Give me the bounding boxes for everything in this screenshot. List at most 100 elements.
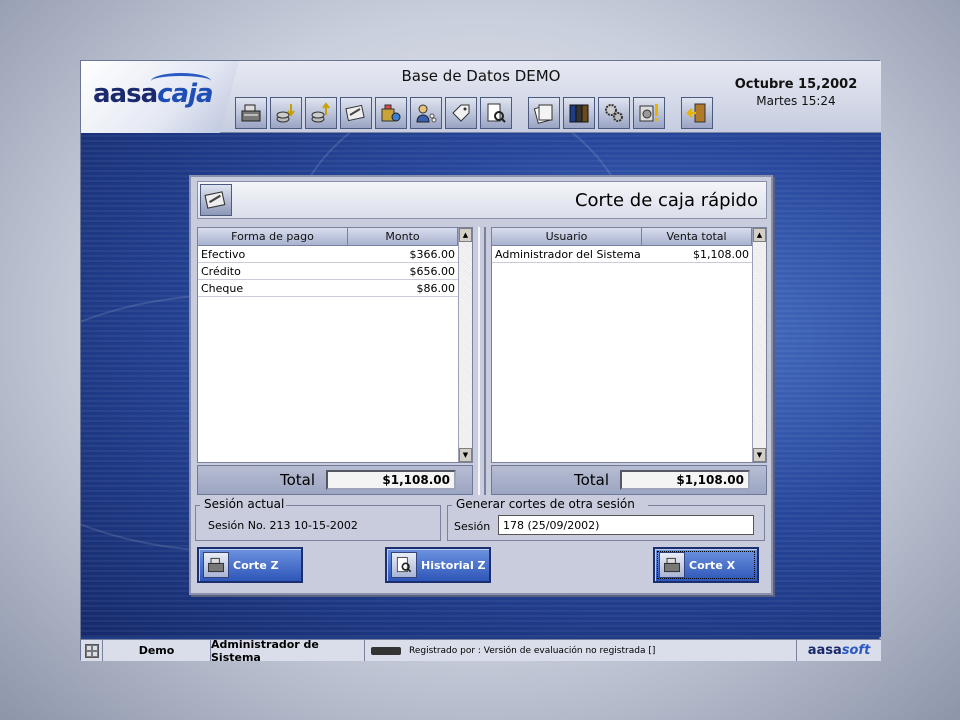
toolbar-products-button[interactable]	[375, 97, 407, 129]
database-title: Base de Datos DEMO	[401, 67, 561, 85]
vertical-scrollbar[interactable]: ▲ ▼	[752, 228, 766, 462]
panel-splitter[interactable]	[478, 227, 486, 495]
status-grid-icon[interactable]	[81, 640, 103, 661]
documents-icon	[533, 104, 553, 124]
cash-register-icon	[208, 557, 224, 573]
table-row[interactable]: Efectivo $366.00	[198, 246, 472, 263]
historial-z-label: Historial Z	[421, 558, 486, 572]
payment-method-cell: Cheque	[201, 282, 244, 295]
column-header-total-sales[interactable]: Venta total	[642, 228, 752, 245]
app-window: aasacaja Base de Datos DEMO Octubre 15,2…	[80, 60, 881, 664]
toolbar-customers-button[interactable]	[410, 97, 442, 129]
grid-header: Forma de pago Monto	[198, 228, 472, 246]
brand-logo: aasa soft	[797, 640, 881, 661]
other-session-legend: Generar cortes de otra sesión	[454, 497, 637, 511]
toolbar-books-button[interactable]	[563, 97, 595, 129]
current-session-group: Sesión actual Sesión No. 213 10-15-2002	[195, 497, 441, 541]
column-header-user[interactable]: Usuario	[492, 228, 642, 245]
total-sales-cell: $1,108.00	[693, 248, 749, 261]
other-session-group: Generar cortes de otra sesión Sesión	[447, 497, 765, 541]
search-document-icon	[396, 557, 412, 573]
user-total-value: $1,108.00	[620, 470, 750, 490]
payment-methods-grid[interactable]: Forma de pago Monto Efectivo $366.00 Cré…	[197, 227, 473, 463]
amount-cell: $86.00	[416, 282, 456, 295]
scroll-up-icon[interactable]: ▲	[753, 228, 766, 242]
cash-cut-icon	[345, 104, 365, 122]
logo-area: aasacaja	[81, 61, 239, 133]
amount-cell: $366.00	[409, 248, 456, 261]
table-row[interactable]: Cheque $86.00	[198, 280, 472, 297]
toolbar-cash-register-button[interactable]	[235, 97, 267, 129]
toolbar-documents-button[interactable]	[528, 97, 560, 129]
logo-main: aasa	[93, 79, 158, 109]
status-bar: Demo Administrador de Sistema Registrado…	[81, 638, 881, 664]
corte-x-button[interactable]: Corte X	[653, 547, 759, 583]
coins-in-icon	[276, 104, 295, 123]
cash-register-icon	[664, 557, 680, 573]
vertical-scrollbar[interactable]: ▲ ▼	[458, 228, 472, 462]
customers-icon	[416, 104, 437, 123]
total-label: Total	[574, 471, 610, 489]
table-row[interactable]: Administrador del Sistema $1,108.00	[492, 246, 766, 263]
corte-z-label: Corte Z	[233, 558, 279, 572]
scroll-up-icon[interactable]: ▲	[459, 228, 472, 242]
main-toolbar	[235, 97, 713, 131]
user-sales-grid[interactable]: Usuario Venta total Administrador del Si…	[491, 227, 767, 463]
gears-icon	[605, 104, 623, 122]
cash-cut-icon	[204, 191, 226, 209]
tags-icon	[452, 104, 470, 122]
current-time: Martes 15:24	[756, 94, 836, 108]
logo-accent: caja	[157, 79, 213, 109]
toolbar-coins-out-button[interactable]	[305, 97, 337, 129]
brand-main: aasa	[807, 643, 842, 658]
toolbar-gears-button[interactable]	[598, 97, 630, 129]
corte-caja-dialog: Corte de caja rápido Forma de pago Monto…	[189, 175, 773, 595]
status-user: Administrador de Sistema	[211, 638, 365, 664]
payment-method-cell: Efectivo	[201, 248, 246, 261]
exit-door-icon	[686, 103, 706, 123]
user-total-bar: Total $1,108.00	[491, 465, 767, 495]
corte-z-button[interactable]: Corte Z	[197, 547, 303, 583]
scroll-down-icon[interactable]: ▼	[459, 448, 472, 462]
search-document-icon	[487, 103, 506, 123]
column-header-amount[interactable]: Monto	[348, 228, 458, 245]
session-label: Sesión	[454, 520, 491, 533]
books-icon	[569, 104, 589, 123]
key-icon	[371, 646, 401, 655]
user-cell: Administrador del Sistema	[495, 248, 641, 261]
scroll-down-icon[interactable]: ▼	[753, 448, 766, 462]
grid-header: Usuario Venta total	[492, 228, 766, 246]
payment-total-bar: Total $1,108.00	[197, 465, 473, 495]
column-header-payment-method[interactable]: Forma de pago	[198, 228, 348, 245]
current-session-info: Sesión No. 213 10-15-2002	[208, 519, 358, 532]
historial-z-button[interactable]: Historial Z	[385, 547, 491, 583]
registration-text: Registrado por : Versión de evaluación n…	[409, 645, 656, 656]
toolbar-exit-button[interactable]	[681, 97, 713, 129]
table-row[interactable]: Crédito $656.00	[198, 263, 472, 280]
dialog-title-bar: Corte de caja rápido	[197, 181, 767, 219]
dialog-title: Corte de caja rápido	[574, 190, 758, 211]
workspace: Corte de caja rápido Forma de pago Monto…	[81, 133, 881, 637]
total-label: Total	[280, 471, 316, 489]
toolbar-coins-in-button[interactable]	[270, 97, 302, 129]
toolbar-search-document-button[interactable]	[480, 97, 512, 129]
toolbar-config-alert-button[interactable]	[633, 97, 665, 129]
toolbar-tags-button[interactable]	[445, 97, 477, 129]
app-logo: aasacaja	[93, 79, 214, 109]
current-date: Octubre 15,2002	[734, 77, 858, 92]
products-icon	[381, 104, 401, 122]
date-display: Octubre 15,2002 Martes 15:24	[721, 77, 871, 108]
config-alert-icon	[639, 104, 658, 122]
current-session-legend: Sesión actual	[202, 497, 287, 511]
status-registration: Registrado por : Versión de evaluación n…	[365, 640, 797, 661]
payment-total-value: $1,108.00	[326, 470, 456, 490]
session-input[interactable]	[498, 515, 754, 535]
coins-out-icon	[311, 102, 330, 123]
dialog-icon	[200, 184, 232, 216]
toolbar-cash-cut-button[interactable]	[340, 97, 372, 129]
header: aasacaja Base de Datos DEMO Octubre 15,2…	[81, 61, 881, 133]
cash-register-icon	[241, 104, 261, 122]
corte-x-label: Corte X	[689, 558, 736, 572]
payment-method-cell: Crédito	[201, 265, 241, 278]
brand-accent: soft	[841, 643, 871, 658]
